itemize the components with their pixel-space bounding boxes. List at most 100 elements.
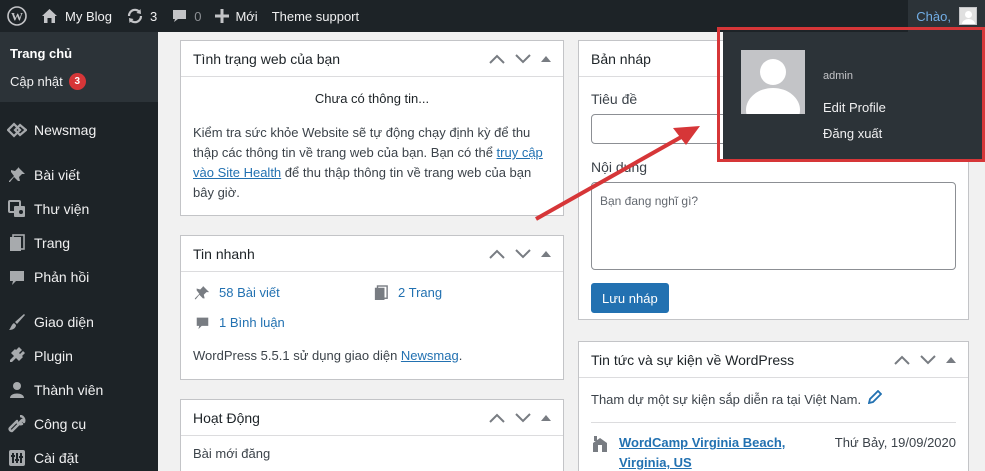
- users-icon: [7, 380, 27, 400]
- sidebar-item-tools[interactable]: Công cụ: [0, 407, 158, 441]
- activity-header: Hoạt Động: [181, 400, 563, 436]
- wordpress-news-widget: Tin tức và sự kiện về WordPress Tham dự …: [578, 341, 969, 471]
- logout-link[interactable]: Đăng xuất: [823, 126, 882, 141]
- move-down-icon[interactable]: [515, 248, 531, 259]
- move-down-icon[interactable]: [515, 53, 531, 64]
- site-health-description: Kiểm tra sức khỏe Website sẽ tự động chạ…: [193, 125, 543, 200]
- sidebar-item-users[interactable]: Thành viên: [0, 373, 158, 407]
- glance-posts-label: 58 Bài viết: [219, 285, 280, 300]
- theme-link[interactable]: Newsmag: [401, 348, 459, 363]
- sidebar-item-pages[interactable]: Trang: [0, 226, 158, 260]
- news-intro: Tham dự một sự kiện sắp diễn ra tại Việt…: [591, 389, 956, 410]
- updates-badge: 3: [68, 73, 86, 90]
- glance-pages-link[interactable]: 2 Trang: [372, 278, 551, 308]
- updates-link[interactable]: 3: [119, 0, 164, 32]
- theme-support-link[interactable]: Theme support: [265, 0, 366, 32]
- recently-published-label: Bài mới đăng: [193, 446, 271, 461]
- draft-content-textarea[interactable]: Bạn đang nghĩ gì?: [591, 182, 956, 270]
- newsmag-icon: [7, 120, 27, 140]
- site-health-title: Tình trạng web của bạn: [193, 50, 341, 67]
- activity-widget: Hoạt Động Bài mới đăng: [180, 399, 564, 471]
- glance-comments-label: 1 Bình luận: [219, 315, 285, 330]
- sidebar-item-home[interactable]: Trang chủ: [0, 40, 158, 67]
- new-label: Mới: [235, 8, 258, 24]
- user-avatar-large[interactable]: [741, 50, 805, 114]
- sidebar-item-newsmag[interactable]: Newsmag: [0, 113, 158, 147]
- news-title: Tin tức và sự kiện về WordPress: [591, 351, 795, 368]
- wrench-icon: [7, 414, 27, 434]
- move-down-icon[interactable]: [515, 412, 531, 423]
- dashboard-submenu: Trang chủ Cập nhật 3: [0, 32, 158, 102]
- at-a-glance-header: Tin nhanh: [181, 236, 563, 272]
- glance-pages-label: 2 Trang: [398, 285, 443, 300]
- sidebar-item-label: Thành viên: [34, 382, 104, 398]
- save-draft-button[interactable]: Lưu nháp: [591, 283, 669, 313]
- sidebar-item-label: Cài đặt: [34, 450, 79, 466]
- draft-content-label: Nội dung: [591, 159, 648, 175]
- move-up-icon[interactable]: [489, 249, 505, 259]
- glance-posts-link[interactable]: 58 Bài viết: [193, 278, 372, 308]
- page-icon: [7, 233, 27, 253]
- sidebar-item-posts[interactable]: Bài viết: [0, 158, 158, 192]
- plugin-icon: [7, 346, 27, 366]
- comment-icon: [7, 267, 27, 287]
- home-icon: [41, 8, 58, 24]
- sidebar-home-label: Trang chủ: [10, 46, 73, 61]
- page-icon: [372, 284, 390, 302]
- sidebar-item-label: Trang: [34, 235, 71, 251]
- wordpress-logo-icon[interactable]: W: [0, 0, 34, 32]
- svg-text:W: W: [11, 10, 23, 24]
- sidebar-item-label: Giao diện: [34, 314, 94, 330]
- site-health-header: Tình trạng web của bạn: [181, 41, 563, 77]
- comments-link[interactable]: 0: [164, 0, 208, 32]
- pin-icon: [7, 165, 27, 185]
- move-up-icon[interactable]: [489, 54, 505, 64]
- edit-pencil-icon[interactable]: [867, 389, 883, 410]
- comment-icon: [193, 314, 211, 332]
- event-row: WordCamp Virginia Beach, Virginia, US Th…: [591, 433, 956, 471]
- sidebar-item-label: Phản hồi: [34, 269, 90, 285]
- settings-icon: [7, 448, 27, 468]
- sidebar-item-appearance[interactable]: Giao diện: [0, 305, 158, 339]
- site-name-label: My Blog: [65, 8, 112, 24]
- sidebar-item-settings[interactable]: Cài đặt: [0, 441, 158, 471]
- plus-icon: [215, 9, 230, 23]
- pin-icon: [193, 284, 211, 302]
- news-intro-text: Tham dự một sự kiện sắp diễn ra tại Việt…: [591, 392, 862, 407]
- toggle-panel-icon[interactable]: [541, 414, 551, 421]
- site-name-link[interactable]: My Blog: [34, 0, 119, 32]
- greeting-label: Chào,: [916, 8, 951, 24]
- news-header: Tin tức và sự kiện về WordPress: [579, 342, 968, 378]
- move-up-icon[interactable]: [894, 355, 910, 365]
- glance-comments-link[interactable]: 1 Bình luận: [193, 308, 372, 338]
- sidebar-item-comments[interactable]: Phản hồi: [0, 260, 158, 294]
- no-info-text: Chưa có thông tin...: [314, 91, 430, 106]
- wordcamp-icon: [591, 433, 613, 471]
- user-avatar-small[interactable]: [959, 7, 977, 25]
- event-date: Thứ Bảy, 19/09/2020: [834, 435, 956, 450]
- admin-sidebar: Trang chủ Cập nhật 3 Newsmag Bài viết Th…: [0, 32, 158, 471]
- at-a-glance-title: Tin nhanh: [193, 245, 255, 262]
- sidebar-item-label: Bài viết: [34, 167, 80, 183]
- comment-bubble-icon: [171, 8, 188, 24]
- move-down-icon[interactable]: [920, 354, 936, 365]
- sidebar-item-label: Thư viện: [34, 201, 90, 217]
- toggle-panel-icon[interactable]: [946, 356, 956, 363]
- move-up-icon[interactable]: [489, 413, 505, 423]
- new-content-link[interactable]: Mới: [208, 0, 264, 32]
- at-a-glance-widget: Tin nhanh 58 Bài viết 2 Trang 1 Bình luậ…: [180, 235, 564, 380]
- edit-profile-link[interactable]: Edit Profile: [823, 100, 886, 115]
- sidebar-item-updates[interactable]: Cập nhật 3: [0, 67, 158, 96]
- event-title-link[interactable]: WordCamp Virginia Beach, Virginia, US: [619, 433, 799, 471]
- theme-support-label: Theme support: [271, 8, 360, 24]
- toggle-panel-icon[interactable]: [541, 55, 551, 62]
- profile-username[interactable]: admin: [823, 70, 853, 82]
- my-account-menu[interactable]: Chào,: [908, 0, 985, 32]
- admin-bar: W My Blog 3 0 Mới Theme support Chào,: [0, 0, 985, 32]
- sidebar-item-label: Công cụ: [34, 416, 87, 432]
- toggle-panel-icon[interactable]: [541, 250, 551, 257]
- site-health-widget: Tình trạng web của bạn Chưa có thông tin…: [180, 40, 564, 216]
- sidebar-item-plugins[interactable]: Plugin: [0, 339, 158, 373]
- wordpress-version-text: WordPress 5.5.1 sử dụng giao diện Newsma…: [193, 348, 463, 363]
- sidebar-item-media[interactable]: Thư viện: [0, 192, 158, 226]
